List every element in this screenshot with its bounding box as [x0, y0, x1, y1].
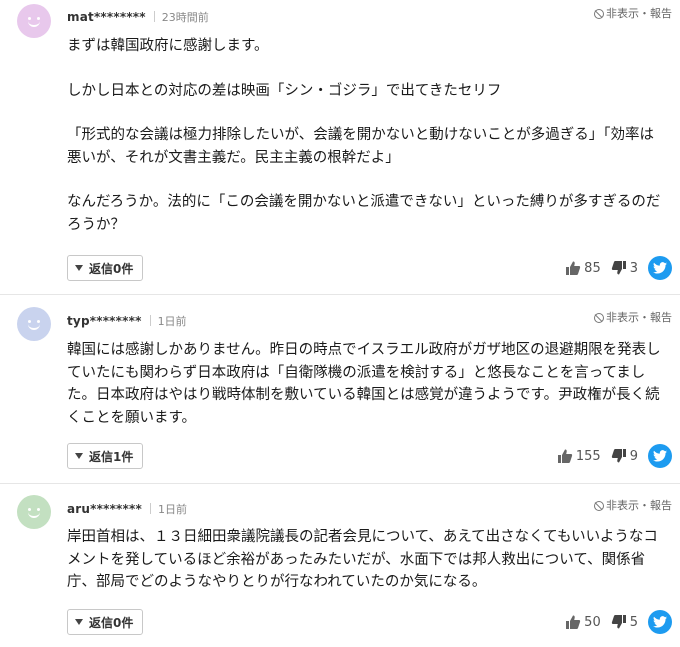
hide-report-link[interactable]: 非表示・報告: [594, 497, 672, 513]
thumbs-down-icon[interactable]: [611, 614, 627, 630]
ban-icon: [594, 9, 604, 19]
caret-down-icon: [75, 453, 83, 459]
username[interactable]: typ********: [67, 314, 142, 328]
comment-item: typ******** 1日前 非表示・報告 韓国には感謝しかありません。昨日の時…: [0, 295, 680, 484]
twitter-icon: [653, 450, 667, 462]
comment-meta: typ******** 1日前: [67, 313, 187, 329]
timestamp: 1日前: [157, 315, 187, 328]
comment-text: しかし日本との対応の差は映画「シン・ゴジラ」で出てきたセリフ: [67, 82, 502, 99]
reply-button[interactable]: 返信0件: [67, 255, 144, 281]
comment-body: 韓国には感謝しかありません。昨日の時点でイスラエル政府がガザ地区の退避期限を発表…: [67, 339, 665, 429]
reply-button[interactable]: 返信0件: [67, 609, 144, 635]
username[interactable]: mat********: [67, 10, 146, 24]
ban-icon: [594, 313, 604, 323]
twitter-share-button[interactable]: [648, 444, 672, 468]
hide-report-label: 非表示・報告: [606, 7, 672, 20]
hide-report-label: 非表示・報告: [606, 311, 672, 324]
thumbs-up-icon[interactable]: [557, 448, 573, 464]
hide-report-link[interactable]: 非表示・報告: [594, 309, 672, 325]
comment-item: aru******** 1日前 非表示・報告 岸田首相は、１３日細田衆議院議長の記…: [0, 484, 680, 647]
comment-meta: mat******** 23時間前: [67, 9, 209, 25]
username[interactable]: aru********: [67, 502, 142, 516]
thumbs-down-icon[interactable]: [611, 448, 627, 464]
comment-text: 韓国には感謝しかありません。昨日の時点でイスラエル政府がガザ地区の退避期限を発表…: [67, 342, 661, 426]
twitter-share-button[interactable]: [648, 610, 672, 634]
comment-body: まずは韓国政府に感謝します。 しかし日本との対応の差は映画「シン・ゴジラ」で出て…: [67, 35, 665, 236]
hide-report-label: 非表示・報告: [606, 499, 672, 512]
comment-text: まずは韓国政府に感謝します。: [67, 38, 269, 54]
comment-meta: aru******** 1日前: [67, 501, 187, 517]
twitter-icon: [653, 616, 667, 628]
comment-text: なんだろうか。法的に「この会議を開かないと派遣できない」といった縛りが多すぎるの…: [67, 194, 661, 233]
caret-down-icon: [75, 265, 83, 271]
dislike-count: 9: [629, 448, 638, 464]
dislike-count: 5: [629, 614, 638, 630]
like-count: 50: [584, 614, 601, 630]
dislike-count: 3: [629, 260, 638, 276]
comment-text: 岸田首相は、１３日細田衆議院議長の記者会見について、あえて出さなくてもいいような…: [67, 529, 658, 590]
like-count: 155: [575, 448, 601, 464]
reply-label: 返信0件: [89, 261, 134, 276]
like-count: 85: [584, 260, 601, 276]
comment-body: 岸田首相は、１３日細田衆議院議長の記者会見について、あえて出さなくてもいいような…: [67, 526, 665, 594]
reply-button[interactable]: 返信1件: [67, 443, 144, 469]
comment-actions: 85 3: [565, 256, 672, 280]
thumbs-down-icon[interactable]: [611, 260, 627, 276]
caret-down-icon: [75, 619, 83, 625]
reply-label: 返信0件: [89, 615, 134, 630]
avatar: [17, 307, 51, 341]
timestamp: 1日前: [157, 503, 187, 516]
timestamp: 23時間前: [161, 11, 209, 24]
hide-report-link[interactable]: 非表示・報告: [594, 5, 672, 21]
thumbs-up-icon[interactable]: [565, 614, 581, 630]
comment-item: mat******** 23時間前 非表示・報告 まずは韓国政府に感謝します。 し…: [0, 0, 680, 295]
thumbs-up-icon[interactable]: [565, 260, 581, 276]
twitter-share-button[interactable]: [648, 256, 672, 280]
ban-icon: [594, 501, 604, 511]
avatar: [17, 4, 51, 38]
twitter-icon: [653, 262, 667, 274]
comment-actions: 155 9: [557, 444, 672, 468]
comment-text: 「形式的な会議は極力排除したいが、会議を開かないと動けないことが多過ぎる」「効率…: [67, 127, 654, 166]
comment-actions: 50 5: [565, 610, 672, 634]
reply-label: 返信1件: [89, 449, 134, 464]
avatar: [17, 495, 51, 529]
